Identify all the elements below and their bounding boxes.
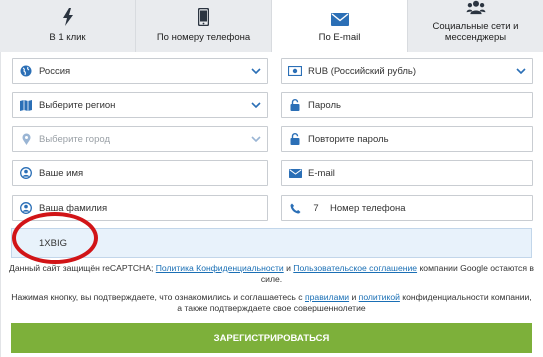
phone-icon (198, 8, 209, 26)
phone-field[interactable]: 7 Номер телефона (281, 195, 533, 221)
chevron-down-icon (510, 68, 532, 74)
repeat-password-placeholder: Повторите пароль (308, 133, 389, 145)
repeat-password-field[interactable]: Повторите пароль (281, 126, 533, 152)
tab-label: Социальные сети и мессенджеры (432, 21, 519, 43)
tab-email[interactable]: По E-mail (272, 0, 408, 52)
promo-code-value: 1XBIG (39, 237, 67, 249)
consent-text: Нажимая кнопку, вы подтверждаете, что оз… (11, 292, 303, 302)
first-name-field[interactable]: Ваше имя (12, 160, 268, 186)
consent-line2-text: а также подтверждаете свое совершеннолет… (177, 303, 366, 313)
recaptcha-text: Данный сайт защищён reCAPTCHA; (9, 263, 154, 273)
phone-handset-icon (282, 203, 308, 214)
region-select[interactable]: Выберите регион (12, 92, 268, 118)
user-circle-icon (13, 167, 39, 179)
email-field[interactable]: E-mail (281, 160, 533, 186)
recaptcha-notice: Данный сайт защищён reCAPTCHA; Политика … (0, 263, 543, 285)
tab-one-click[interactable]: В 1 клик (0, 0, 136, 52)
email-placeholder: E-mail (308, 167, 335, 179)
currency-select[interactable]: RUB (Российский рубль) (281, 58, 533, 84)
envelope-icon (282, 168, 308, 178)
registration-tabs: В 1 клик По номеру телефона По E-mail Со… (0, 0, 543, 52)
password-placeholder: Пароль (308, 99, 341, 111)
privacy-link[interactable]: политикой (359, 292, 400, 302)
tab-label: По номеру телефона (156, 32, 251, 43)
currency-value: RUB (Российский рубль) (308, 65, 417, 77)
map-icon (13, 99, 39, 111)
city-select[interactable]: Выберите город (12, 126, 268, 152)
country-select[interactable]: Россия (12, 58, 268, 84)
tab-label: По E-mail (318, 32, 361, 43)
location-pin-icon (13, 133, 39, 145)
chevron-down-icon (245, 102, 267, 108)
lock-icon (282, 99, 308, 111)
phone-placeholder: Номер телефона (330, 202, 406, 214)
and-text: и (286, 263, 291, 273)
first-name-placeholder: Ваше имя (39, 167, 84, 179)
promo-code-field[interactable]: 1XBIG (11, 228, 532, 258)
currency-icon (282, 66, 308, 76)
privacy-policy-link[interactable]: Политика Конфиденциальности (156, 263, 284, 273)
lightning-icon (62, 8, 73, 26)
city-placeholder: Выберите город (39, 133, 110, 145)
country-value: Россия (39, 65, 71, 77)
region-placeholder: Выберите регион (39, 99, 116, 111)
register-button[interactable]: ЗАРЕГИСТРИРОВАТЬСЯ (11, 323, 532, 353)
tab-phone[interactable]: По номеру телефона (136, 0, 272, 52)
tab-social[interactable]: Социальные сети и мессенджеры (408, 0, 543, 52)
chevron-down-icon (245, 136, 267, 142)
envelope-icon (330, 13, 349, 26)
phone-prefix: 7 (313, 202, 319, 214)
and-text: и (351, 292, 357, 302)
user-agreement-link[interactable]: Пользовательское соглашение (293, 263, 417, 273)
password-field[interactable]: Пароль (281, 92, 533, 118)
tab-label: В 1 клик (49, 32, 86, 43)
globe-icon (13, 65, 39, 77)
consent-notice: Нажимая кнопку, вы подтверждаете, что оз… (0, 292, 543, 314)
lock-icon (282, 133, 308, 145)
last-name-placeholder: Ваша фамилия (39, 202, 108, 214)
rules-link[interactable]: правилами (305, 292, 349, 302)
user-circle-icon (13, 202, 39, 214)
consent-middle-text: конфиденциальности компании, (402, 292, 532, 302)
chevron-down-icon (245, 68, 267, 74)
users-icon (466, 0, 485, 15)
last-name-field[interactable]: Ваша фамилия (12, 195, 268, 221)
